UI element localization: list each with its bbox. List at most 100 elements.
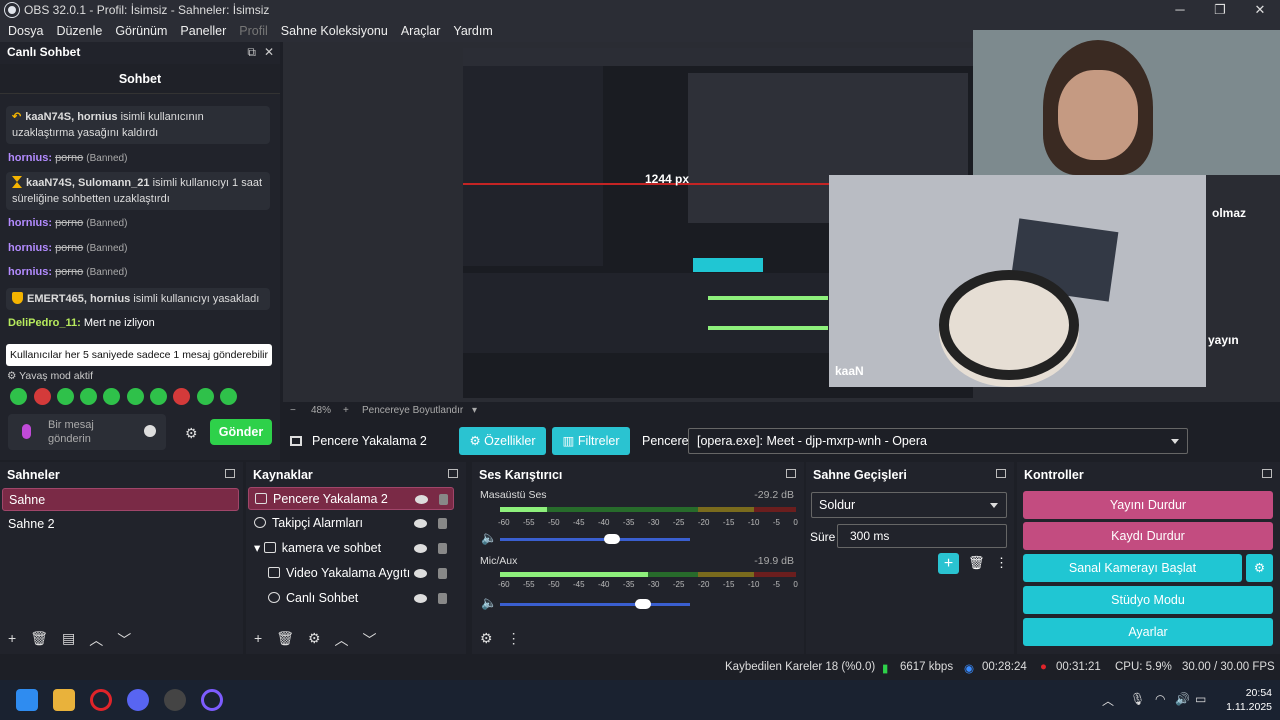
- menu-help[interactable]: Yardım: [453, 24, 492, 38]
- speaker-icon[interactable]: 🔊: [1175, 692, 1190, 706]
- settings-button[interactable]: Ayarlar: [1023, 618, 1273, 646]
- app-icon[interactable]: [201, 689, 223, 711]
- channel-name: Masaüstü Ses: [480, 489, 547, 501]
- start-icon[interactable]: [16, 689, 38, 711]
- menu-scene-collection[interactable]: Sahne Koleksiyonu: [281, 24, 388, 38]
- emote-icon[interactable]: [220, 388, 237, 405]
- webcam-source: [973, 30, 1280, 175]
- tray-chevron-icon[interactable]: ︿: [1102, 692, 1114, 709]
- fit-dropdown[interactable]: Pencereye Boyutlandır: [362, 405, 463, 416]
- menu-docks[interactable]: Paneller: [180, 24, 226, 38]
- unban-icon: ↶: [12, 111, 22, 123]
- more-icon[interactable]: ⋮: [995, 555, 1008, 571]
- source-item[interactable]: Video Yakalama Aygıtı: [248, 562, 454, 585]
- emote-icon[interactable]: [80, 388, 97, 405]
- emote-icon[interactable]: [10, 388, 27, 405]
- add-transition-button[interactable]: +: [938, 553, 959, 574]
- meter-tick: -55: [522, 518, 535, 527]
- emote-icon[interactable]: [150, 388, 167, 405]
- float-dock-icon[interactable]: [225, 469, 235, 478]
- gear-icon[interactable]: ⚙: [308, 630, 321, 650]
- trash-icon[interactable]: 🗑: [276, 630, 294, 650]
- scene-item[interactable]: Sahne: [2, 488, 239, 511]
- video-capture-source: [829, 175, 1206, 387]
- opera-icon[interactable]: [90, 689, 112, 711]
- volume-slider[interactable]: [500, 599, 690, 609]
- close-button[interactable]: ✕: [1240, 0, 1280, 20]
- chat-settings-icon[interactable]: ⚙: [185, 425, 198, 442]
- float-dock-icon[interactable]: [448, 469, 458, 478]
- trash-icon[interactable]: 🗑: [30, 630, 48, 650]
- source-item[interactable]: ▾ kamera ve sohbet: [248, 537, 454, 560]
- meter-tick: -15: [722, 580, 735, 589]
- transition-select[interactable]: Soldur: [811, 492, 1007, 518]
- more-icon[interactable]: ⋮: [507, 630, 521, 647]
- meter-tick: -35: [622, 518, 635, 527]
- virtual-camera-settings-icon[interactable]: ⚙: [1246, 554, 1273, 582]
- fit-dropdown-arrow-icon[interactable]: ▾: [472, 405, 477, 416]
- up-icon[interactable]: ︿: [335, 630, 349, 650]
- close-dock-icon[interactable]: ✕: [264, 45, 274, 60]
- eye-icon: [414, 544, 427, 553]
- emoji-icon[interactable]: [144, 425, 156, 437]
- wifi-icon[interactable]: ◠: [1155, 692, 1165, 706]
- transitions-title: Sahne Geçişleri: [813, 468, 907, 482]
- menu-file[interactable]: Dosya: [8, 24, 43, 38]
- obs-icon[interactable]: [164, 689, 186, 711]
- down-icon[interactable]: ﹀: [363, 630, 377, 650]
- emote-icon[interactable]: [173, 388, 190, 405]
- float-dock-icon[interactable]: [996, 469, 1006, 478]
- chat-input[interactable]: Bir mesaj gönderin: [8, 414, 166, 450]
- menu-profile[interactable]: Profil: [239, 24, 267, 38]
- start-virtual-camera-button[interactable]: Sanal Kamerayı Başlat: [1023, 554, 1242, 582]
- speaker-icon[interactable]: 🔈: [481, 530, 497, 546]
- down-icon[interactable]: ﹀: [117, 630, 131, 650]
- discord-icon[interactable]: [127, 689, 149, 711]
- emote-icon[interactable]: [103, 388, 120, 405]
- file-explorer-icon[interactable]: [53, 689, 75, 711]
- eye-icon: [415, 495, 428, 504]
- filter-icon[interactable]: ▤: [62, 630, 75, 650]
- studio-mode-button[interactable]: Stüdyo Modu: [1023, 586, 1273, 614]
- scene-item[interactable]: Sahne 2: [2, 513, 239, 536]
- clock[interactable]: 20:54 1.11.2025: [1226, 686, 1272, 714]
- emote-icon[interactable]: [57, 388, 74, 405]
- stop-stream-button[interactable]: Yayını Durdur: [1023, 491, 1273, 519]
- emote-icon[interactable]: [197, 388, 214, 405]
- meter-tick: -60: [498, 580, 510, 589]
- float-dock-icon[interactable]: [786, 469, 796, 478]
- minimize-button[interactable]: ─: [1160, 0, 1200, 20]
- battery-icon[interactable]: ▭: [1195, 692, 1206, 706]
- meter-tick: 0: [793, 518, 798, 527]
- add-icon[interactable]: +: [254, 630, 262, 650]
- mic-icon[interactable]: 🎙: [1130, 692, 1145, 706]
- filters-button[interactable]: ▥ Filtreler: [552, 427, 630, 455]
- source-item[interactable]: Takipçi Alarmları: [248, 512, 454, 535]
- source-item[interactable]: Canlı Sohbet: [248, 587, 454, 610]
- source-item[interactable]: Pencere Yakalama 2: [248, 487, 454, 510]
- speaker-icon[interactable]: 🔈: [481, 595, 497, 611]
- duration-input[interactable]: 300 ms: [837, 524, 1007, 548]
- ban-shield-icon: [12, 292, 23, 304]
- properties-button[interactable]: ⚙ Özellikler: [459, 427, 546, 455]
- window-select[interactable]: [opera.exe]: Meet - djp-mxrp-wnh - Opera: [688, 428, 1188, 454]
- stop-recording-button[interactable]: Kaydı Durdur: [1023, 522, 1273, 550]
- zoom-out-button[interactable]: −: [290, 405, 296, 416]
- zoom-in-button[interactable]: +: [343, 405, 349, 416]
- meter-tick: 0: [793, 580, 798, 589]
- menu-tools[interactable]: Araçlar: [401, 24, 441, 38]
- up-icon[interactable]: ︿: [89, 630, 103, 650]
- float-dock-icon[interactable]: ⧉: [247, 45, 256, 60]
- add-icon[interactable]: +: [8, 630, 16, 650]
- send-button[interactable]: Gönder: [210, 419, 272, 445]
- trash-icon[interactable]: 🗑: [968, 555, 985, 571]
- emote-icon[interactable]: [34, 388, 51, 405]
- chat-dock-title: Canlı Sohbet: [7, 45, 81, 59]
- menu-view[interactable]: Görünüm: [115, 24, 167, 38]
- menu-edit[interactable]: Düzenle: [56, 24, 102, 38]
- float-dock-icon[interactable]: [1262, 469, 1272, 478]
- mixer-settings-icon[interactable]: ⚙: [480, 630, 493, 647]
- volume-slider[interactable]: [500, 534, 690, 544]
- emote-icon[interactable]: [127, 388, 144, 405]
- maximize-button[interactable]: ❐: [1200, 0, 1240, 20]
